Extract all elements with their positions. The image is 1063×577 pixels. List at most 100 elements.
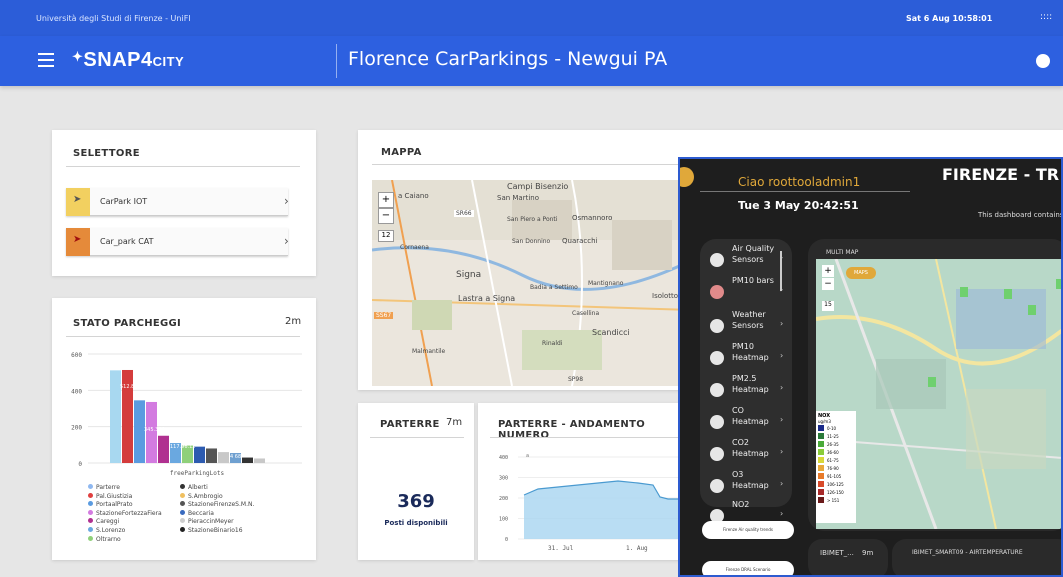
map-place-label: Lastra a Signa [458, 294, 516, 303]
user-status-icon[interactable] [1036, 54, 1050, 68]
map-place-label: Signa [456, 270, 482, 280]
bar [218, 452, 229, 463]
legend-item[interactable]: Pal.Giustizia [88, 492, 133, 500]
nox-legend-item: 26-35 [818, 440, 854, 448]
y-tick-label: 400 [71, 388, 82, 395]
multimap-zoom-in[interactable]: + [822, 265, 834, 277]
legend-swatch [818, 449, 824, 455]
legend-item[interactable]: Careggi [88, 518, 119, 525]
airtemperature-title: IBIMET_SMART09 - AIRTEMPERATURE [912, 549, 1023, 556]
overlay-datetime: Tue 3 May 20:42:51 [738, 199, 859, 212]
refresh-interval: 2m [285, 316, 302, 327]
layer-icon [710, 253, 724, 267]
greeting: Ciao roottooladmin1 [738, 175, 861, 189]
chevron-right-icon: › [780, 415, 784, 424]
divider [490, 437, 680, 438]
nox-legend: NOX ug/m3 0-10 11-25 26-35 36-60 61-75 76-90 9… [816, 411, 856, 523]
header-clock: Sat 6 Aug 10:58:01 [906, 14, 993, 23]
legend-item[interactable]: StazioneFirenzeS.M.N. [180, 501, 254, 508]
legend-label: Parterre [96, 484, 120, 491]
legend-item[interactable]: Alberti [180, 484, 208, 491]
zoom-level: 12 [378, 230, 394, 242]
legend-item[interactable]: Parterre [88, 484, 120, 491]
layer-menu-item[interactable]: O3 Heatmap [732, 469, 776, 491]
zoom-out-button[interactable]: − [378, 208, 394, 224]
legend-item[interactable]: StazioneFortezzaFiera [88, 509, 162, 517]
legend-label: Pal.Giustizia [96, 492, 133, 500]
legend-dot [180, 518, 185, 524]
legend-item[interactable]: S.Lorenzo [88, 527, 125, 534]
legend-label: PieraccinMeyer [188, 518, 234, 526]
overlay-badge-icon[interactable] [680, 167, 694, 187]
legend-item[interactable]: StazioneBinario16 [180, 527, 243, 534]
layer-menu-item[interactable]: PM10 bars [732, 275, 776, 286]
nox-legend-item: > 151 [818, 496, 854, 504]
chevron-right-icon: › [284, 234, 289, 248]
leaflet-map[interactable]: + − 12 Campi Bisenzio San Martino Osmann… [372, 180, 692, 386]
legend-swatch [818, 497, 824, 503]
chevron-right-icon: › [780, 479, 784, 488]
zoom-in-button[interactable]: + [378, 192, 394, 208]
map-place-label: Cornaena [400, 244, 429, 251]
layer-menu-item[interactable]: CO Heatmap [732, 405, 776, 427]
layer-menu-item[interactable]: NO2 [732, 499, 776, 510]
trend-area-chart: 400 300 200 100 0 a 31. Jul 1. Aug [499, 453, 683, 552]
layer-menu-item[interactable]: PM2.5 Heatmap [732, 373, 776, 395]
pin-icon[interactable] [960, 287, 968, 297]
multimap-zoom-level: 15 [822, 301, 834, 311]
maps-button[interactable]: MAPS [846, 267, 876, 279]
ibimet-title: IBIMET_... [820, 549, 854, 557]
nox-legend-item: 11-25 [818, 432, 854, 440]
airtemperature-widget: IBIMET_SMART09 - AIRTEMPERATURE [892, 539, 1061, 575]
legend-item[interactable]: PieraccinMeyer [180, 518, 234, 525]
nox-legend-item: 76-90 [818, 464, 854, 472]
multimap-zoom-out[interactable]: − [822, 278, 834, 290]
apps-grid-icon[interactable]: :::: [1040, 12, 1052, 22]
area-fill [524, 481, 683, 539]
chevron-right-icon: › [780, 509, 784, 518]
selector-card: SELETTORE ➤ CarPark IOT › ➤ Car_park CAT… [52, 130, 316, 276]
legend-label: 76-90 [827, 465, 839, 471]
legend-label: Alberti [188, 484, 208, 491]
parking-status-card: STATO PARCHEGGI 2m 0 200 400 600 512.831 345.… [52, 298, 316, 560]
layer-menu-item[interactable]: PM10 Heatmap [732, 341, 776, 363]
legend-item[interactable]: PortaalPrato [88, 501, 133, 508]
data-label: 4 68 [230, 454, 241, 460]
layer-menu-item[interactable]: CO2 Heatmap [732, 437, 776, 459]
map-place-label: Badia a Settimo [530, 284, 578, 291]
divider [370, 437, 464, 438]
legend-swatch [818, 457, 824, 463]
menu-scrollbar[interactable] [780, 251, 782, 291]
dral-scenario-button[interactable]: Firenze DRAL Scenario [702, 561, 794, 575]
pin-icon[interactable] [1004, 289, 1012, 299]
top-bar: Università degli Studi di Firenze - UniF… [0, 0, 1063, 36]
legend-item[interactable]: Beccaria [180, 509, 214, 517]
chevron-right-icon: › [780, 319, 784, 328]
map-place-label: Isolotto [652, 292, 678, 300]
selector-item-carpark-iot[interactable]: ➤ CarPark IOT › [66, 188, 289, 216]
header-divider [336, 44, 337, 78]
legend-dot [88, 527, 93, 532]
nox-legend-item: 36-60 [818, 448, 854, 456]
map-place-label: San Piero a Ponti [507, 216, 558, 223]
firenze-dashboard-overlay: Ciao roottooladmin1 Tue 3 May 20:42:51 F… [678, 157, 1063, 577]
pin-icon[interactable] [928, 377, 936, 387]
map-place-label: Malmantile [412, 348, 446, 355]
legend-label: 61-75 [827, 457, 839, 463]
map-place-label: Campi Bisenzio [507, 182, 569, 191]
layer-menu-item[interactable]: Weather Sensors [732, 309, 776, 331]
legend-swatch [818, 441, 824, 447]
nox-legend-item: 106-125 [818, 480, 854, 488]
pin-icon[interactable] [1028, 305, 1036, 315]
selector-item-car-park-cat[interactable]: ➤ Car_park CAT › [66, 228, 289, 256]
layer-menu-item[interactable]: Air Quality Sensors [732, 243, 776, 265]
chevron-right-icon: › [780, 351, 784, 360]
legend-item[interactable]: S.Ambrogio [180, 492, 223, 500]
menu-icon[interactable] [38, 53, 54, 67]
air-quality-trends-button[interactable]: Firenze Air quality trends [702, 521, 794, 539]
legend-item[interactable]: Oltrarno [88, 535, 121, 543]
layer-icon [710, 383, 724, 397]
chevron-right-icon: › [284, 194, 289, 208]
pin-icon[interactable] [1056, 279, 1061, 289]
car-park-cat-icon: ➤ [66, 228, 90, 256]
